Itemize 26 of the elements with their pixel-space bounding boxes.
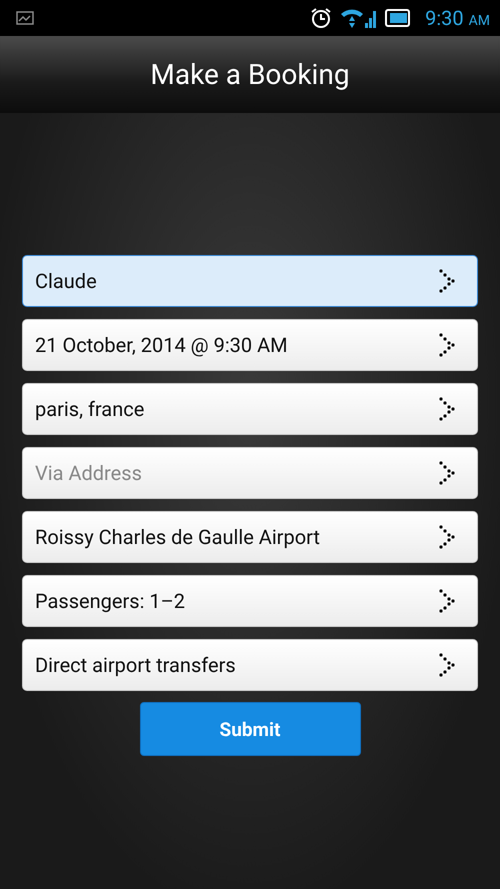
chevron-icon	[439, 589, 455, 613]
form-field[interactable]: Roissy Charles de Gaulle Airport	[22, 511, 478, 563]
field-placeholder: Via Address	[35, 461, 143, 485]
field-value: Passengers: 1–2	[35, 589, 186, 613]
chevron-icon	[439, 653, 455, 677]
chevron-icon	[439, 461, 455, 485]
chevron-icon	[439, 333, 455, 357]
clock-text: 9:30 AM	[425, 6, 490, 30]
field-value: Roissy Charles de Gaulle Airport	[35, 525, 321, 549]
field-value: Claude	[35, 269, 98, 293]
chevron-icon	[439, 269, 455, 293]
chevron-icon	[439, 397, 455, 421]
field-value: Direct airport transfers	[35, 653, 237, 677]
image-icon	[16, 11, 34, 25]
form-field[interactable]: paris, france	[22, 383, 478, 435]
form-field[interactable]: Passengers: 1–2	[22, 575, 478, 627]
field-value: 21 October, 2014 @ 9:30 AM	[35, 333, 289, 357]
submit-button[interactable]: Submit	[140, 702, 360, 756]
form-field[interactable]: Direct airport transfers	[22, 639, 478, 691]
chevron-icon	[439, 525, 455, 549]
field-value: paris, france	[35, 397, 146, 421]
screen-title: Make a Booking	[150, 58, 350, 91]
form-field[interactable]: 21 October, 2014 @ 9:30 AM	[22, 319, 478, 371]
form-field[interactable]: Claude	[22, 255, 478, 307]
battery-icon	[385, 9, 412, 27]
alarm-icon	[309, 6, 334, 30]
